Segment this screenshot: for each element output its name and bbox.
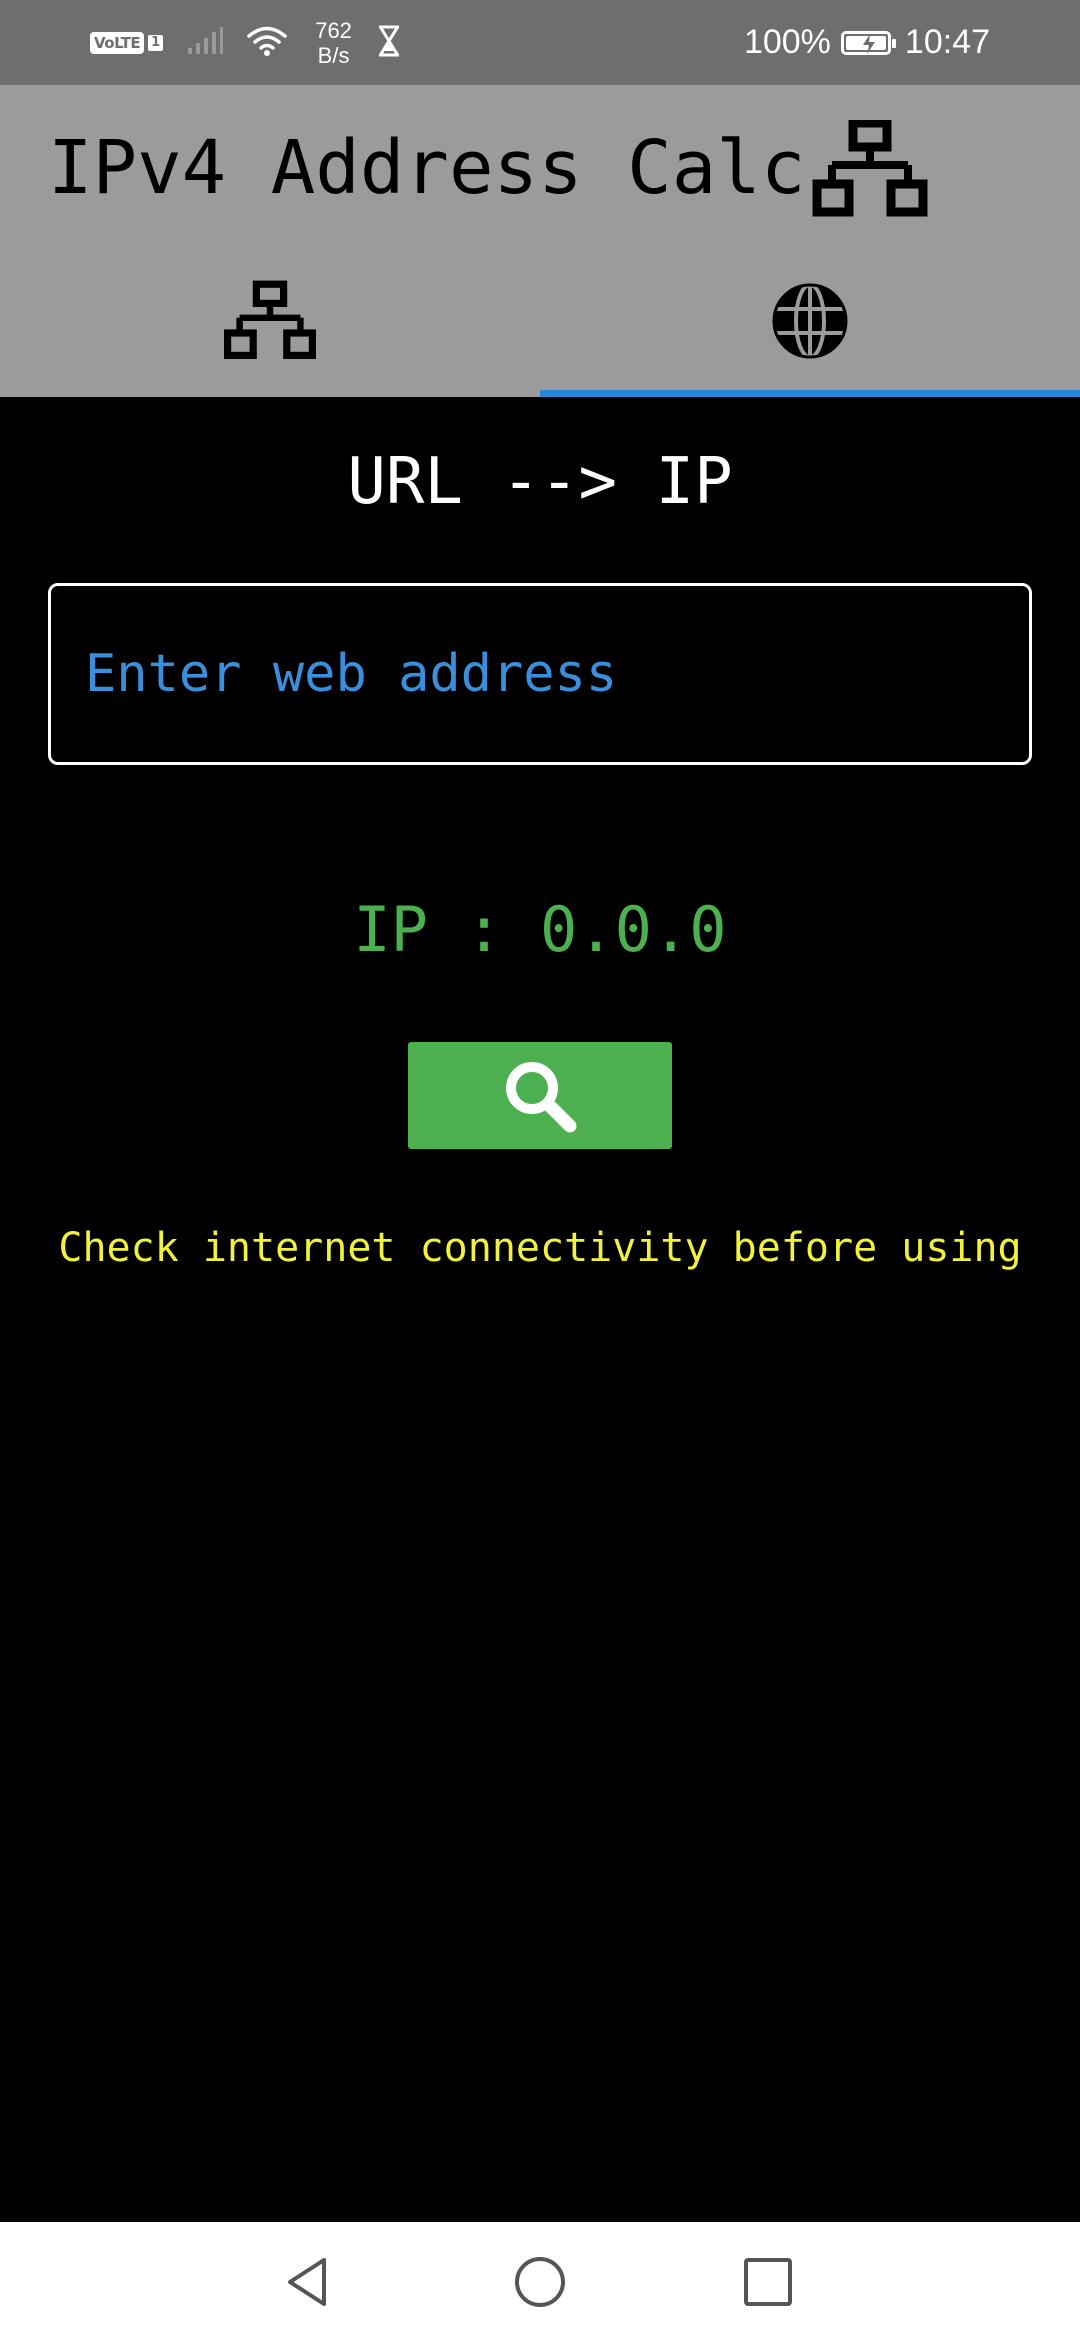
recents-button[interactable]	[738, 2252, 798, 2312]
recents-icon	[744, 2258, 792, 2306]
network-icon	[224, 280, 316, 359]
network-icon	[812, 120, 928, 217]
battery-percent: 100%	[743, 23, 831, 61]
status-left: VoLTE 1 762 B/s	[90, 0, 402, 85]
back-icon	[288, 2258, 326, 2306]
home-button[interactable]	[510, 2252, 570, 2312]
search-icon	[506, 1061, 577, 1132]
home-icon	[515, 2257, 565, 2307]
search-button[interactable]	[408, 1042, 672, 1149]
hourglass-icon	[376, 25, 402, 61]
url-input[interactable]	[48, 583, 1032, 765]
battery-icon	[840, 30, 896, 55]
tab-subnet-calc[interactable]	[0, 265, 540, 397]
sim-badge: 1	[148, 34, 164, 51]
tab-bar	[0, 265, 1080, 397]
app-header: IPv4 Address Calc	[0, 85, 1080, 397]
wifi-icon	[247, 25, 287, 61]
system-nav-bar	[0, 2222, 1080, 2340]
back-button[interactable]	[278, 2252, 338, 2312]
app-title: IPv4 Address Calc	[48, 125, 806, 211]
signal-icon	[187, 26, 224, 59]
speed-value: 762	[315, 17, 352, 43]
screen: VoLTE 1 762 B/s 100% 10:47 IPv4 Address …	[0, 0, 1080, 2340]
status-right: 100% 10:47	[744, 0, 990, 85]
section-title: URL --> IP	[347, 445, 733, 519]
volte-indicator: VoLTE 1	[90, 31, 164, 54]
ip-result: IP : 0.0.0	[353, 893, 727, 966]
connectivity-warning: Check internet connectivity before using	[58, 1225, 1022, 1271]
tab-url-to-ip[interactable]	[540, 265, 1080, 397]
speed-unit: B/s	[317, 42, 350, 68]
network-speed: 762 B/s	[315, 18, 352, 68]
volte-badge: VoLTE	[90, 31, 145, 54]
globe-icon	[772, 283, 848, 359]
status-bar: VoLTE 1 762 B/s 100% 10:47	[0, 0, 1080, 85]
clock: 10:47	[904, 23, 990, 61]
